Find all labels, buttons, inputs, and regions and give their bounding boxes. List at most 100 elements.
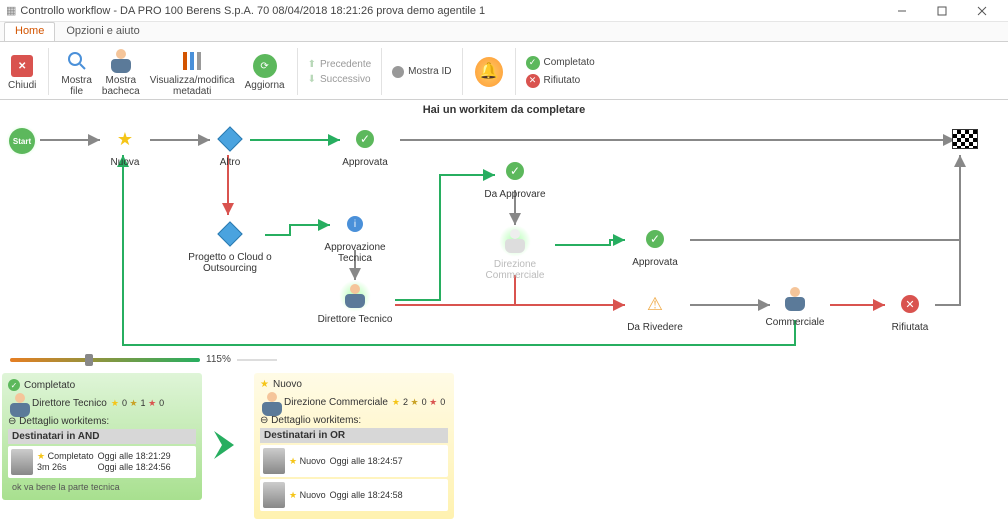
check-icon: ✓ bbox=[506, 162, 524, 180]
person-icon bbox=[260, 392, 280, 412]
close-button[interactable] bbox=[962, 1, 1002, 21]
node-da-approvare[interactable]: ✓ Da Approvare bbox=[475, 155, 555, 200]
card-stats: ★0 ★1 ★0 bbox=[111, 398, 164, 409]
card-stats: ★2 ★0 ★0 bbox=[392, 397, 445, 408]
person-icon bbox=[783, 287, 807, 311]
diamond-icon bbox=[217, 126, 242, 151]
person-icon bbox=[8, 393, 28, 413]
person-icon bbox=[343, 284, 367, 308]
workitem-cards: ✓ Completato Direttore Tecnico ★0 ★1 ★0 … bbox=[0, 369, 1008, 523]
node-direttore-tecnico[interactable]: Direttore Tecnico bbox=[315, 280, 395, 325]
prev-item: ⬆Precedente bbox=[308, 59, 372, 70]
workflow-canvas[interactable]: Start ★ Nuova Altro ✓ Approvata Progetto… bbox=[0, 120, 1008, 350]
view-metadata-label: Visualizza/modifica metadati bbox=[150, 75, 235, 97]
check-icon: ✓ bbox=[8, 379, 20, 391]
view-metadata[interactable]: Visualizza/modifica metadati bbox=[148, 46, 237, 97]
x-icon: ✕ bbox=[901, 295, 919, 313]
workitem-row[interactable]: ★ Nuovo Oggi alle 18:24:58 bbox=[260, 479, 448, 511]
minimize-button[interactable] bbox=[882, 1, 922, 21]
person-icon bbox=[109, 49, 133, 73]
show-file-label: Mostra file bbox=[61, 75, 92, 97]
magnifier-icon bbox=[63, 47, 91, 75]
node-approv-tecnica[interactable]: i Approvazione Tecnica bbox=[315, 208, 395, 264]
show-id[interactable]: Mostra ID bbox=[392, 66, 451, 78]
id-group: Mostra ID bbox=[392, 46, 451, 97]
workitem-banner: Hai un workitem da completare bbox=[0, 100, 1008, 120]
zoom-slider[interactable] bbox=[10, 358, 200, 362]
finish-flag-icon bbox=[952, 129, 978, 149]
maximize-button[interactable] bbox=[922, 1, 962, 21]
zoom-value: 115% bbox=[206, 354, 231, 365]
zoom-slider-row: 115% bbox=[0, 350, 1008, 369]
show-board[interactable]: Mostra bacheca bbox=[100, 46, 142, 97]
node-rifiutata[interactable]: ✕ Rifiutata bbox=[870, 288, 950, 333]
next-item: ⬇Successivo bbox=[308, 74, 372, 85]
node-commerciale[interactable]: Commerciale bbox=[755, 283, 835, 328]
show-board-label: Mostra bacheca bbox=[102, 75, 140, 97]
node-finish[interactable] bbox=[945, 123, 985, 157]
refresh-label: Aggiorna bbox=[245, 80, 285, 91]
diamond-icon bbox=[217, 221, 242, 246]
card-new[interactable]: ★ Nuovo Direzione Commerciale ★2 ★0 ★0 ⊖… bbox=[254, 373, 454, 519]
node-progetto[interactable]: Progetto o Cloud o Outsourcing bbox=[180, 218, 280, 274]
status-group: ✓Completato ✕Rifiutato bbox=[526, 46, 595, 97]
tab-home[interactable]: Home bbox=[4, 22, 55, 41]
separator bbox=[297, 48, 298, 95]
check-icon: ✓ bbox=[526, 56, 540, 70]
separator bbox=[48, 48, 49, 95]
star-icon: ★ bbox=[117, 129, 133, 150]
circle-icon bbox=[392, 66, 404, 78]
close-action[interactable]: ✕ Chiudi bbox=[6, 46, 38, 97]
node-start[interactable]: Start bbox=[2, 125, 42, 159]
node-dir-commerciale[interactable]: Direzione Commerciale bbox=[475, 225, 555, 281]
recipients-header: Destinatari in AND bbox=[8, 429, 196, 444]
zoom-track-extension bbox=[237, 359, 277, 361]
info-icon: i bbox=[347, 216, 363, 232]
x-icon: ✕ bbox=[526, 74, 540, 88]
node-altro[interactable]: Altro bbox=[190, 123, 270, 168]
rejected-action[interactable]: ✕Rifiutato bbox=[526, 74, 595, 88]
person-icon bbox=[503, 229, 527, 253]
check-icon: ✓ bbox=[356, 130, 374, 148]
avatar bbox=[11, 449, 33, 475]
card-status: Nuovo bbox=[273, 379, 302, 390]
tab-options[interactable]: Opzioni e aiuto bbox=[55, 22, 150, 41]
close-label: Chiudi bbox=[8, 80, 36, 91]
window-title: Controllo workflow - DA PRO 100 Berens S… bbox=[20, 5, 882, 17]
node-nuova[interactable]: ★ Nuova bbox=[85, 123, 165, 168]
ribbon-tabs: Home Opzioni e aiuto bbox=[0, 22, 1008, 42]
check-icon: ✓ bbox=[646, 230, 664, 248]
detail-toggle[interactable]: ⊖ Dettaglio workitems: bbox=[8, 416, 196, 427]
node-approvata1[interactable]: ✓ Approvata bbox=[325, 123, 405, 168]
down-arrow-icon: ⬇ bbox=[308, 74, 316, 85]
slider-thumb[interactable] bbox=[85, 354, 93, 366]
columns-icon bbox=[178, 47, 206, 75]
node-approvata2[interactable]: ✓ Approvata bbox=[615, 223, 695, 268]
card-status: Completato bbox=[24, 380, 75, 391]
separator bbox=[462, 48, 463, 95]
node-da-rivedere[interactable]: ⚠ Da Rivedere bbox=[615, 288, 695, 333]
workitem-row[interactable]: ★ Nuovo Oggi alle 18:24:57 bbox=[260, 445, 448, 477]
warning-icon: ⚠ bbox=[647, 294, 663, 315]
avatar bbox=[263, 482, 285, 508]
card-completed[interactable]: ✓ Completato Direttore Tecnico ★0 ★1 ★0 … bbox=[2, 373, 202, 500]
separator bbox=[381, 48, 382, 95]
refresh-icon: ⟳ bbox=[251, 52, 279, 80]
completed-action[interactable]: ✓Completato bbox=[526, 56, 595, 70]
workitem-comment: ok va bene la parte tecnica bbox=[8, 480, 196, 494]
ribbon: ✕ Chiudi Mostra file Mostra bacheca Visu… bbox=[0, 42, 1008, 100]
separator bbox=[515, 48, 516, 95]
card-role: Direzione Commerciale bbox=[284, 397, 388, 408]
recipients-header: Destinatari in OR bbox=[260, 428, 448, 443]
bell-action[interactable]: 🔔 bbox=[473, 46, 505, 97]
up-arrow-icon: ⬆ bbox=[308, 59, 316, 70]
show-file[interactable]: Mostra file bbox=[59, 46, 94, 97]
arrow-icon bbox=[210, 427, 246, 466]
refresh[interactable]: ⟳ Aggiorna bbox=[243, 46, 287, 97]
workitem-row[interactable]: ★ Completato 3m 26s Oggi alle 18:21:29 O… bbox=[8, 446, 196, 478]
titlebar: ▦ Controllo workflow - DA PRO 100 Berens… bbox=[0, 0, 1008, 22]
card-role: Direttore Tecnico bbox=[32, 398, 107, 409]
detail-toggle[interactable]: ⊖ Dettaglio workitems: bbox=[260, 415, 448, 426]
app-icon: ▦ bbox=[6, 4, 16, 17]
nav-group: ⬆Precedente ⬇Successivo bbox=[308, 46, 372, 97]
